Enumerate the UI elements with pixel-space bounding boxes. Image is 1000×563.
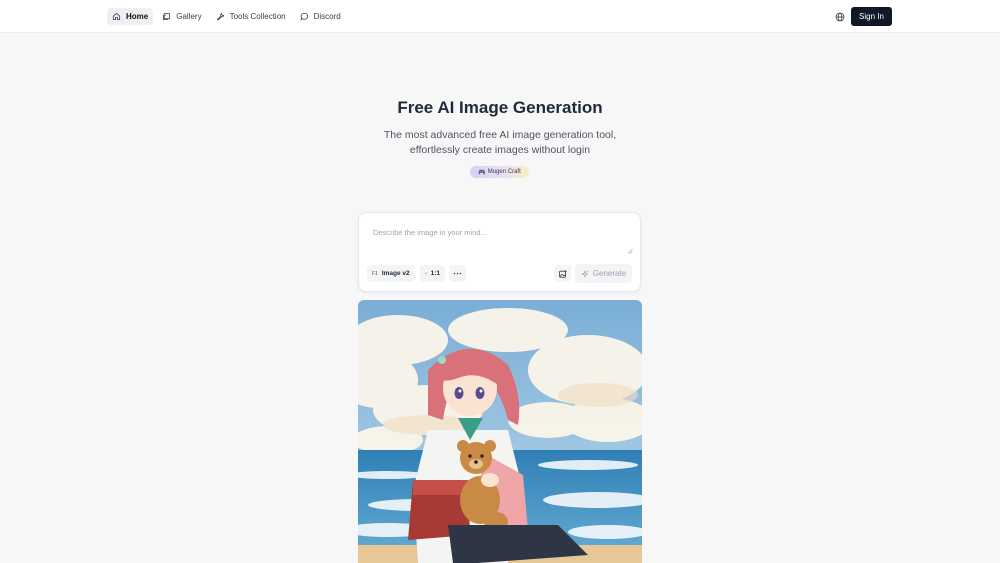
home-icon: [112, 12, 121, 21]
gamepad-icon: 🎮: [478, 169, 486, 176]
generate-label: Generate: [592, 269, 627, 278]
aspect-ratio-selector[interactable]: 1:1: [420, 265, 445, 282]
nav-tools-label: Tools Collection: [229, 12, 286, 21]
anime-girl-beach-illustration: [358, 300, 642, 563]
globe-icon[interactable]: [835, 12, 845, 22]
top-header: Home Gallery Tools Collection Discord Si…: [0, 0, 1000, 33]
nav-home[interactable]: Home: [107, 8, 154, 25]
chat-bubble-icon: [300, 12, 308, 21]
prompt-input[interactable]: [373, 228, 623, 254]
main-nav: Home Gallery Tools Collection Discord: [107, 8, 346, 25]
model-selector[interactable]: F1 Image v2: [367, 265, 415, 282]
nav-gallery-label: Gallery: [176, 12, 202, 21]
prompt-card: F1 Image v2 1:1 Generate: [358, 212, 641, 292]
nav-discord[interactable]: Discord: [295, 8, 346, 25]
image-upload-icon: [558, 269, 567, 278]
nav-discord-label: Discord: [313, 12, 341, 21]
square-icon: [425, 272, 427, 275]
page-title: Free AI Image Generation: [397, 98, 603, 117]
nav-tools-collection[interactable]: Tools Collection: [211, 8, 291, 25]
model-prefix: F1: [372, 270, 378, 277]
badge-label: Mugen Craft: [487, 169, 521, 175]
image-upload-button[interactable]: [554, 265, 571, 282]
page-subtitle: The most advanced free AI image generati…: [383, 129, 617, 156]
resize-grip-icon[interactable]: [627, 248, 633, 254]
wrench-icon: [216, 12, 224, 21]
mugen-craft-badge[interactable]: 🎮 Mugen Craft: [470, 166, 529, 178]
generate-button[interactable]: Generate: [575, 264, 632, 283]
showcase-image: [358, 300, 642, 563]
nav-home-label: Home: [126, 12, 149, 21]
more-options-button[interactable]: [449, 265, 466, 282]
sparkle-icon: [581, 270, 589, 277]
model-label: Image v2: [381, 270, 410, 277]
sign-in-button[interactable]: Sign In: [851, 7, 892, 26]
nav-gallery[interactable]: Gallery: [157, 8, 206, 25]
gallery-icon: [163, 12, 171, 21]
ellipsis-icon: [453, 272, 462, 275]
ratio-label: 1:1: [430, 270, 440, 277]
